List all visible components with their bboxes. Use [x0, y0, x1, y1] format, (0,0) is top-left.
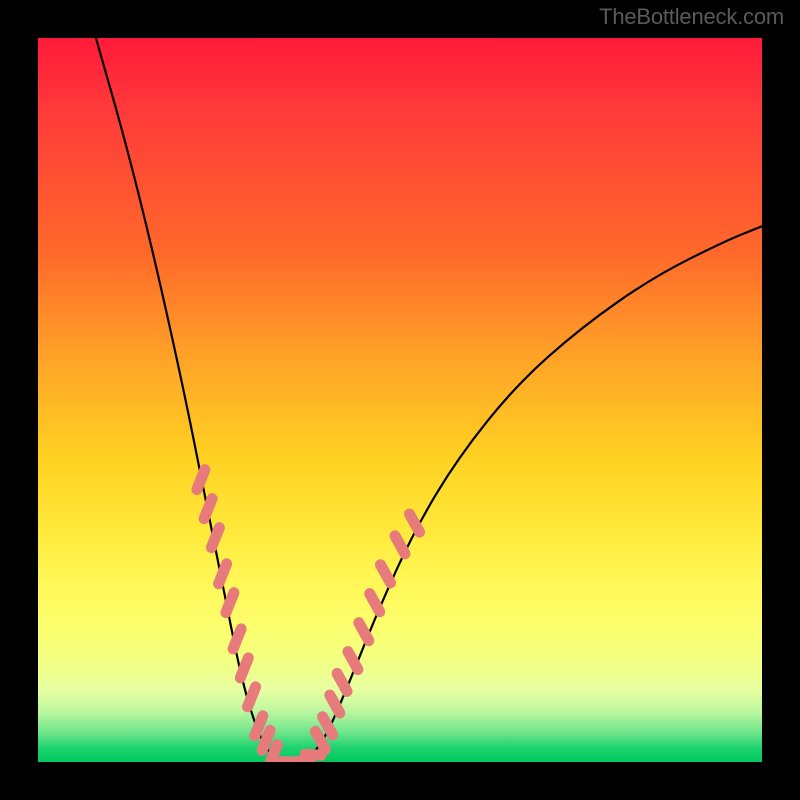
bottleneck-curve — [96, 38, 762, 762]
highlighted-point — [359, 623, 369, 641]
highlighted-point — [294, 762, 310, 763]
highlighted-point — [248, 687, 256, 707]
highlighted-point — [262, 730, 270, 750]
highlighted-point — [219, 564, 227, 584]
highlighted-points-group — [197, 470, 420, 762]
chart-svg-layer — [38, 38, 762, 762]
highlighted-point — [211, 528, 219, 548]
highlighted-point — [337, 673, 347, 691]
highlighted-point — [305, 754, 321, 755]
chart-plot-area — [38, 38, 762, 762]
highlighted-point — [381, 565, 391, 583]
watermark-text: TheBottleneck.com — [599, 4, 784, 30]
highlighted-point — [348, 652, 358, 670]
highlighted-point — [370, 594, 380, 612]
highlighted-point — [255, 716, 263, 736]
highlighted-point — [240, 658, 248, 678]
highlighted-point — [315, 731, 325, 749]
highlighted-point — [410, 514, 420, 532]
highlighted-point — [197, 470, 205, 490]
highlighted-point — [204, 499, 212, 519]
highlighted-point — [395, 536, 405, 554]
highlighted-point — [323, 717, 333, 735]
highlighted-point — [226, 593, 234, 613]
highlighted-point — [330, 695, 340, 713]
chart-frame: TheBottleneck.com — [0, 0, 800, 800]
highlighted-point — [233, 629, 241, 649]
